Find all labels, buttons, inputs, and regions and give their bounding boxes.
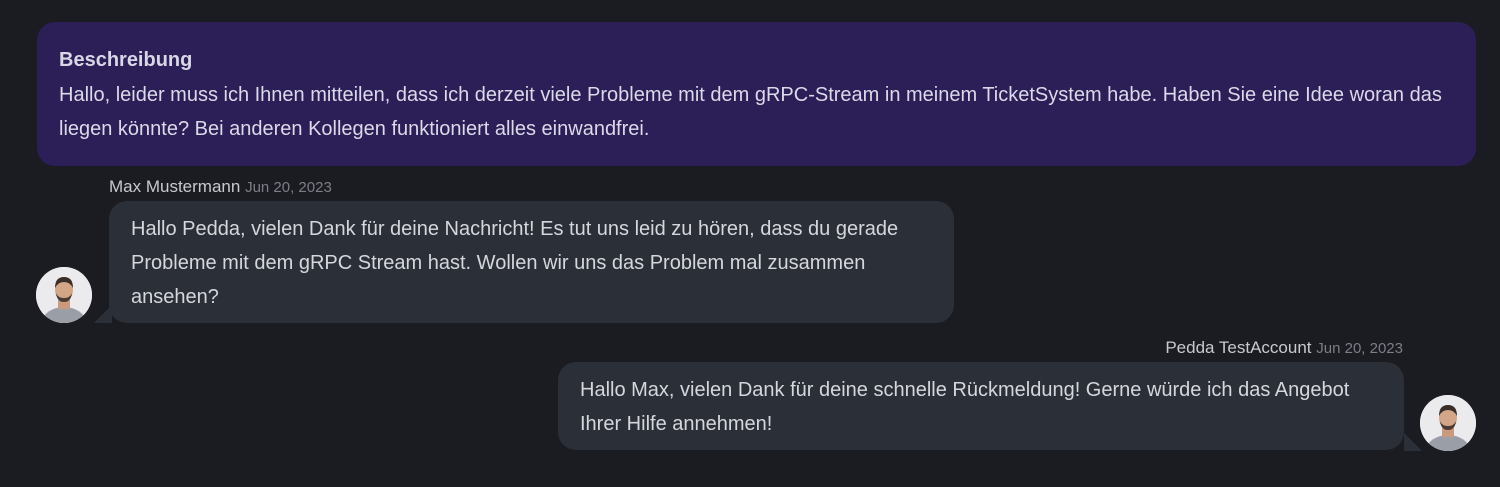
- message-header: Max Mustermann Jun 20, 2023: [109, 177, 332, 198]
- description-title: Beschreibung: [59, 49, 193, 71]
- message-bubble: Hallo Pedda, vielen Dank für deine Nachr…: [109, 201, 954, 323]
- user-avatar-icon: [36, 267, 92, 323]
- user-avatar-icon: [1420, 395, 1476, 451]
- description-text: Hallo, leider muss ich Ihnen mitteilen, …: [59, 84, 1442, 140]
- message-bubble: Hallo Max, vielen Dank für deine schnell…: [558, 362, 1404, 450]
- message-date: Jun 20, 2023: [1316, 340, 1403, 357]
- message-text: Hallo Pedda, vielen Dank für deine Nachr…: [131, 218, 899, 308]
- description-card: Beschreibung Hallo, leider muss ich Ihne…: [37, 22, 1476, 166]
- message-author: Pedda TestAccount: [1165, 338, 1312, 357]
- bubble-tail: [1404, 433, 1422, 451]
- message-header: Pedda TestAccount Jun 20, 2023: [1165, 338, 1403, 359]
- avatar[interactable]: [1420, 395, 1476, 451]
- message-author: Max Mustermann: [109, 177, 241, 196]
- message-text: Hallo Max, vielen Dank für deine schnell…: [580, 379, 1350, 435]
- avatar[interactable]: [36, 267, 92, 323]
- message-date: Jun 20, 2023: [245, 179, 332, 196]
